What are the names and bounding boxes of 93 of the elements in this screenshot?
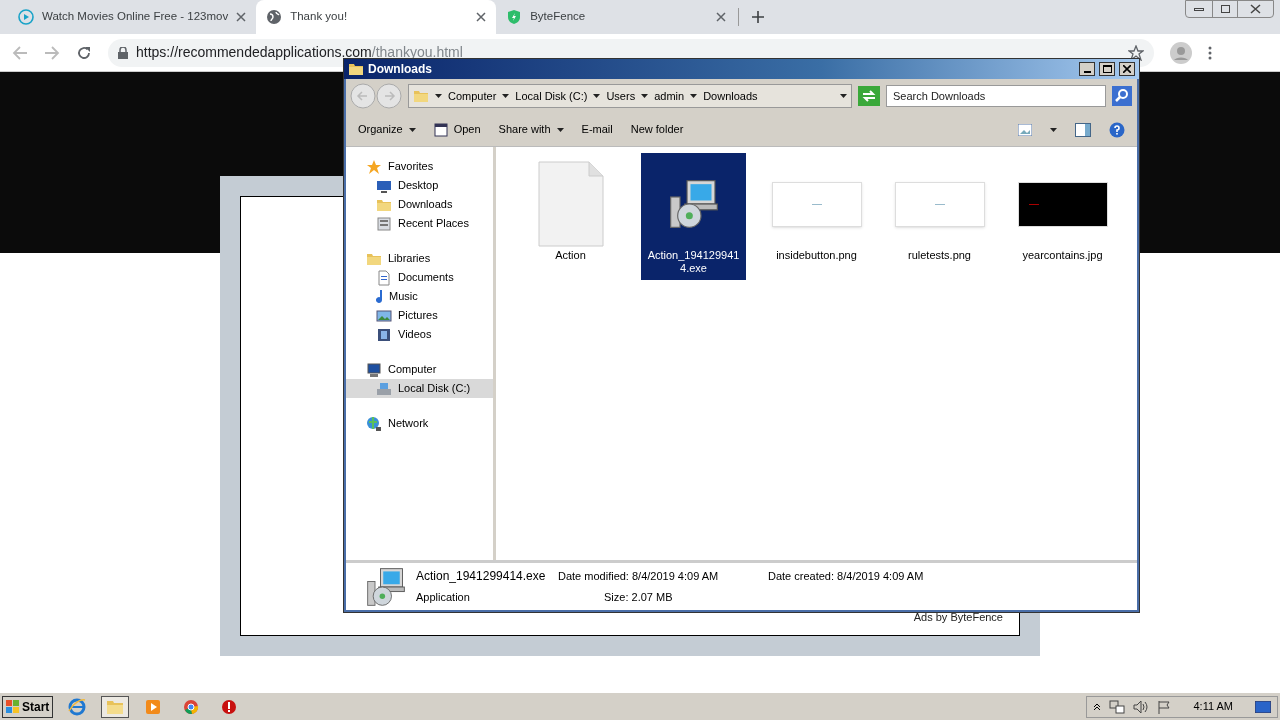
browser-tab[interactable]: Thank you! <box>256 0 497 34</box>
minimize-icon[interactable] <box>1079 62 1095 76</box>
ads-credit: Ads by ByteFence <box>913 609 1003 625</box>
browser-tab[interactable]: ByteFence <box>496 0 737 34</box>
restore-icon[interactable] <box>1212 1 1238 17</box>
start-button[interactable]: Start <box>2 695 54 718</box>
view-icon[interactable] <box>1018 123 1032 136</box>
new-tab-icon[interactable] <box>751 10 766 24</box>
file-name: Action_1941299414.exe <box>416 568 547 586</box>
caret-icon <box>690 94 698 98</box>
close-icon[interactable] <box>1250 4 1261 14</box>
folder-icon <box>106 698 125 715</box>
breadcrumb-item[interactable]: Downloads <box>703 87 758 105</box>
film-icon <box>376 326 392 343</box>
nav-item[interactable]: Libraries <box>346 249 493 268</box>
help-icon[interactable] <box>1109 121 1125 138</box>
search-field[interactable]: Search Downloads <box>886 85 1106 107</box>
toolbar-button[interactable]: Share with <box>498 121 564 138</box>
nav-item[interactable]: Pictures <box>346 306 493 325</box>
globe-icon <box>266 9 283 25</box>
toolbar-button[interactable]: New folder <box>630 121 684 138</box>
nav-item[interactable]: Videos <box>346 325 493 344</box>
nav-item[interactable]: Favorites <box>346 157 493 176</box>
chrome-icon <box>183 698 200 715</box>
breadcrumb-item[interactable]: Local Disk (C:) <box>515 87 588 105</box>
network-icon <box>366 415 382 432</box>
computer-icon <box>366 361 382 378</box>
menu-icon[interactable] <box>1208 45 1212 60</box>
star-icon <box>366 158 382 175</box>
file-type: Application <box>416 590 471 606</box>
caret-icon <box>556 127 564 132</box>
nav-item[interactable]: Recent Places <box>346 214 493 233</box>
window-icon <box>433 122 448 137</box>
network-icon[interactable] <box>1109 699 1126 714</box>
flag-icon[interactable] <box>1157 699 1172 714</box>
profile-icon[interactable] <box>1170 41 1192 64</box>
show-desktop-icon[interactable] <box>1255 700 1271 713</box>
file-item[interactable]: insidebutton.png <box>764 153 869 280</box>
blank-file-icon <box>537 161 604 247</box>
reload-icon[interactable] <box>76 44 92 61</box>
shield-icon <box>506 9 523 25</box>
file-item[interactable]: Action_1941299414.exe <box>641 153 746 280</box>
caret-icon <box>641 94 649 98</box>
detail-field: Date created: 8/4/2019 4:09 AM <box>768 568 924 585</box>
nav-item[interactable]: Downloads <box>346 195 493 214</box>
file-item[interactable]: Action <box>518 153 623 280</box>
music-note-icon <box>376 289 383 304</box>
speaker-icon[interactable] <box>1133 699 1150 714</box>
caret-icon <box>408 127 416 132</box>
caret-icon <box>593 94 601 98</box>
address-field[interactable]: Computer Local Disk (C:) Users admin Downloads <box>408 84 852 108</box>
toolbar-button[interactable]: Open <box>433 121 481 138</box>
breadcrumb-item[interactable]: Users <box>606 87 636 105</box>
search-icon[interactable] <box>1112 86 1132 106</box>
preview-pane-icon[interactable] <box>1075 122 1091 137</box>
toolbar-button[interactable]: E-mail <box>581 121 613 138</box>
stop-icon <box>221 698 238 715</box>
caret-icon <box>502 94 510 98</box>
nav-item[interactable]: Documents <box>346 268 493 287</box>
nav-item[interactable]: Computer <box>346 360 493 379</box>
play-icon <box>18 9 34 25</box>
breadcrumb-item[interactable]: admin <box>654 87 685 105</box>
caret-icon <box>1050 127 1057 132</box>
lock-icon <box>118 46 128 59</box>
file-item[interactable]: yearcontains.jpg <box>1010 153 1115 280</box>
browser-e-icon <box>68 697 87 716</box>
breadcrumb-item[interactable]: Computer <box>448 87 497 105</box>
drive-icon <box>376 380 392 397</box>
nav-item[interactable]: Network <box>346 414 493 433</box>
taskbar-app[interactable] <box>101 695 130 718</box>
detail-field: Date modified: 8/4/2019 4:09 AM <box>558 568 768 585</box>
folder-icon <box>413 88 429 104</box>
nav-item[interactable]: Music <box>346 287 493 306</box>
star-icon[interactable] <box>1128 44 1144 61</box>
caret-icon <box>435 94 442 98</box>
picture-icon <box>376 307 392 324</box>
windows-logo-icon <box>6 699 20 714</box>
recent-places-icon <box>376 215 392 232</box>
close-icon[interactable] <box>476 12 487 22</box>
maximize-icon[interactable] <box>1099 62 1115 76</box>
folder-icon <box>348 61 364 77</box>
media-player-icon <box>145 698 162 715</box>
browser-tab[interactable]: Watch Movies Online Free - 123mov <box>8 0 257 34</box>
document-icon <box>376 269 392 286</box>
close-icon[interactable] <box>1119 62 1135 76</box>
nav-item[interactable]: Desktop <box>346 176 493 195</box>
toolbar-button[interactable]: Organize <box>358 121 416 138</box>
nav-item[interactable]: Local Disk (C:) <box>346 379 493 398</box>
detail-field: Size: 2.07 MB <box>558 589 768 606</box>
refresh-icon[interactable] <box>858 86 880 106</box>
caret-icon <box>840 94 847 98</box>
file-item[interactable]: ruletests.png <box>887 153 992 280</box>
chevron-up-icon[interactable] <box>1093 702 1102 711</box>
